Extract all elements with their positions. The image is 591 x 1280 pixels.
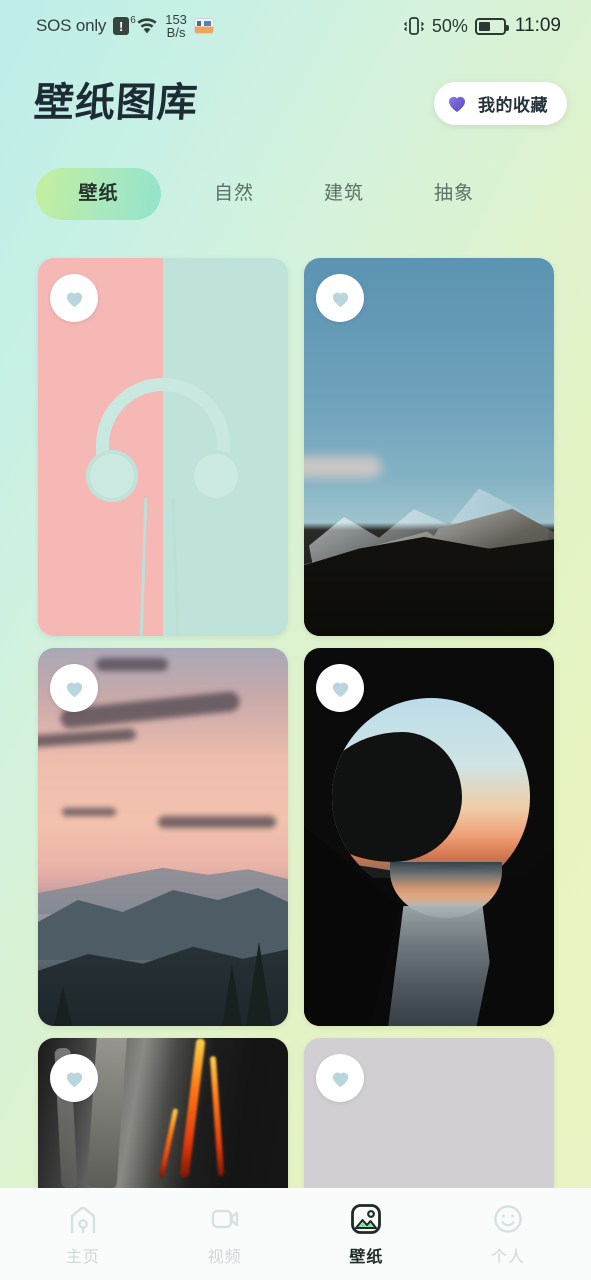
my-favorites-button[interactable]: 我的收藏 — [434, 81, 567, 125]
video-icon — [211, 1209, 238, 1228]
battery-fill — [478, 21, 491, 31]
app-header: 壁纸图库 我的收藏 — [0, 72, 591, 134]
headphone-cord-a — [139, 497, 148, 636]
heart-icon — [66, 292, 82, 307]
favorite-button[interactable] — [50, 274, 98, 322]
favorite-button[interactable] — [316, 1054, 364, 1102]
page-title: 壁纸图库 — [32, 80, 200, 126]
wallpaper-grid — [38, 258, 554, 1280]
ember-glow — [209, 1055, 225, 1177]
wifi-icon: 6 — [130, 16, 158, 35]
heart-icon — [332, 292, 348, 307]
favorite-button[interactable] — [316, 274, 364, 322]
home-icon — [70, 1206, 95, 1233]
nav-label-wallpaper: 壁纸 — [349, 1248, 384, 1266]
image-icon — [351, 1203, 382, 1234]
headphone-cup-right — [190, 450, 242, 502]
favorite-button[interactable] — [50, 1054, 98, 1102]
cloud-shape — [62, 808, 116, 816]
heart-icon — [448, 96, 466, 112]
status-bar-right: 50% 11:09 — [403, 15, 561, 37]
cloud-shape — [96, 658, 168, 671]
bottom-navigation-bar: 主页 视频 壁纸 个人 — [0, 1188, 591, 1280]
heart-icon — [332, 1072, 348, 1087]
pine-tree — [222, 964, 242, 1026]
carrier-label: SOS only — [36, 16, 107, 35]
network-speed: 153 B/s — [165, 13, 187, 39]
tab-nature[interactable]: 自然 — [179, 168, 289, 220]
ember-glow — [179, 1038, 206, 1179]
cloud-shape — [38, 728, 137, 748]
nav-label-home: 主页 — [65, 1248, 100, 1266]
phone-screen: SOS only ! 6 153 B/s 50% 11:09 壁纸图库 我的收藏… — [0, 0, 591, 1280]
status-bar: SOS only ! 6 153 B/s 50% 11:09 — [0, 0, 591, 52]
nav-item-video[interactable]: 视频 — [165, 1202, 285, 1267]
heart-icon — [66, 682, 82, 697]
nav-label-video: 视频 — [207, 1248, 242, 1266]
vibrate-icon — [403, 17, 424, 35]
foliage-silhouette — [332, 732, 462, 862]
ember-glow — [158, 1108, 179, 1178]
tab-abstract[interactable]: 抽象 — [399, 168, 509, 220]
status-bar-left: SOS only ! 6 153 B/s — [36, 13, 214, 39]
heart-icon — [66, 1072, 82, 1087]
nav-item-home[interactable]: 主页 — [23, 1202, 143, 1267]
favorite-button[interactable] — [316, 664, 364, 712]
wallpaper-card-tunnel-sunset[interactable] — [304, 648, 554, 1026]
nav-item-profile[interactable]: 个人 — [448, 1202, 568, 1267]
alert-exclamation-icon: ! — [113, 17, 130, 35]
network-speed-unit: B/s — [166, 25, 186, 40]
pine-tree — [246, 942, 272, 1026]
my-favorites-label: 我的收藏 — [478, 95, 548, 115]
wallpaper-card-pink-sunset[interactable] — [38, 648, 288, 1026]
category-tab-bar: 壁纸 自然 建筑 抽象 — [0, 168, 591, 220]
wifi-glyph — [137, 18, 157, 34]
nav-item-wallpaper[interactable]: 壁纸 — [306, 1202, 426, 1267]
tab-architecture[interactable]: 建筑 — [289, 168, 399, 220]
mini-app-icon — [193, 18, 214, 34]
clock-label: 11:09 — [514, 15, 561, 36]
battery-percent-label: 50% — [431, 15, 468, 36]
smiley-person-icon — [494, 1204, 522, 1233]
wallpaper-card-snow-mountain[interactable] — [304, 258, 554, 636]
wallpaper-card-headphones[interactable] — [38, 258, 288, 636]
cloud-shape — [158, 816, 276, 828]
nav-label-profile: 个人 — [491, 1248, 526, 1266]
battery-icon — [474, 17, 509, 35]
cloud-shape — [304, 456, 382, 478]
tab-wallpaper[interactable]: 壁纸 — [36, 168, 161, 220]
headphone-cup-left — [86, 450, 138, 502]
wifi-generation-label: 6 — [130, 15, 136, 26]
bark-shape — [86, 1038, 128, 1189]
heart-icon — [332, 682, 348, 697]
headphone-cord-b — [171, 497, 180, 636]
favorite-button[interactable] — [50, 664, 98, 712]
pine-tree — [54, 986, 72, 1026]
